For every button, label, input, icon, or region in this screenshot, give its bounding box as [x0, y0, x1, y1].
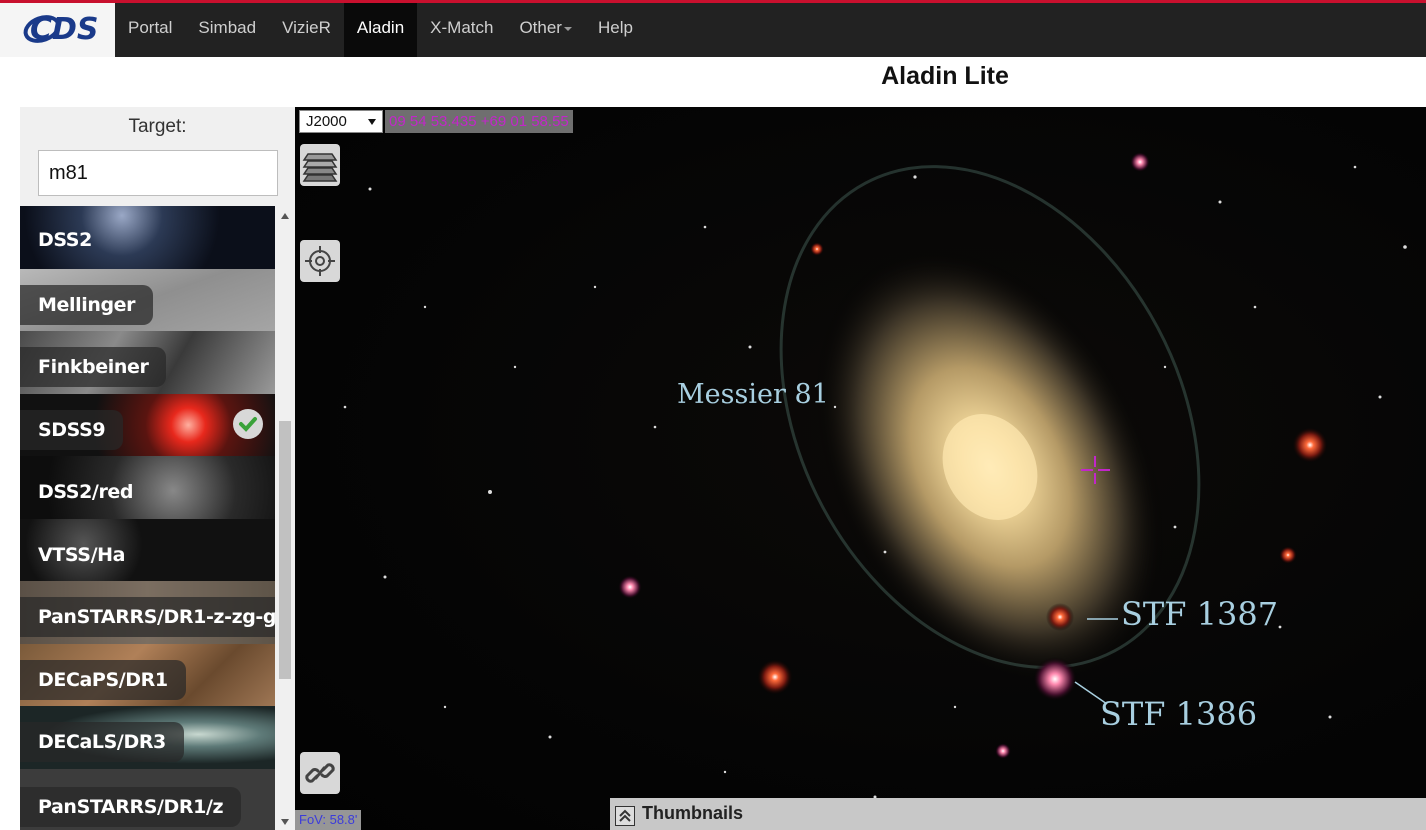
survey-item-dss2[interactable]: DSS2	[20, 206, 275, 269]
survey-item-mellinger[interactable]: Mellinger	[20, 268, 275, 331]
survey-label: PanSTARRS/DR1-z-zg-g	[20, 597, 275, 637]
thumbnails-bar[interactable]: Thumbnails	[610, 798, 1426, 830]
cds-logo[interactable]: CDS	[0, 3, 115, 57]
survey-item-panstarrs-dr1-z[interactable]: PanSTARRS/DR1/z	[20, 768, 275, 830]
survey-item-decals-dr3[interactable]: DECaLS/DR3	[20, 706, 275, 769]
nav-aladin[interactable]: Aladin	[343, 3, 418, 57]
chevron-down-icon	[368, 119, 376, 125]
nav-simbad[interactable]: Simbad	[185, 3, 269, 57]
survey-label: Finkbeiner	[20, 347, 167, 387]
annotation-stf-1387: STF 1387	[1121, 595, 1279, 633]
goto-button[interactable]	[300, 240, 340, 282]
survey-label: DECaPS/DR1	[20, 659, 186, 700]
scroll-down-arrow-icon[interactable]	[281, 819, 289, 825]
survey-label: PanSTARRS/DR1/z	[20, 786, 242, 827]
survey-list: DSS2 Mellinger Finkbeiner SDSS9 DSS2/red…	[20, 206, 275, 830]
nav-vizier[interactable]: VizieR	[269, 3, 344, 57]
coordinate-readout: 09 54 53.435 +69 01 58.55	[385, 110, 573, 133]
survey-item-decaps-dr1[interactable]: DECaPS/DR1	[20, 643, 275, 706]
survey-label: DSS2/red	[38, 481, 134, 503]
logo-text: CDS	[30, 12, 99, 47]
target-label: Target:	[128, 116, 187, 137]
survey-panel: Target: DSS2 Mellinger Finkbeiner SDSS9 …	[20, 107, 295, 830]
page-title: Aladin Lite	[881, 62, 1009, 90]
nav-portal[interactable]: Portal	[115, 3, 185, 57]
survey-label: DSS2	[38, 229, 92, 251]
survey-label: VTSS/Ha	[38, 543, 126, 566]
survey-item-dss2-red[interactable]: DSS2/red	[20, 456, 275, 519]
annotation-messier-81: Messier 81	[677, 379, 829, 410]
survey-label: Mellinger	[20, 284, 154, 325]
top-navbar: CDS Portal Simbad VizieR Aladin X-Match …	[0, 0, 1426, 57]
survey-item-panstarrs-dr1-zzgg[interactable]: PanSTARRS/DR1-z-zg-g	[20, 581, 275, 644]
check-icon	[233, 408, 263, 439]
layers-button[interactable]	[300, 144, 340, 186]
survey-item-finkbeiner[interactable]: Finkbeiner	[20, 331, 275, 394]
annotation-stf-1386: STF 1386	[1100, 695, 1258, 733]
share-link-button[interactable]	[300, 752, 340, 794]
field-of-view-readout: FoV: 58.8'	[295, 810, 362, 830]
sky-view[interactable]: Messier 81 STF 1387 STF 1386 J2000 09 54…	[295, 107, 1426, 830]
nav-xmatch[interactable]: X-Match	[417, 3, 506, 57]
link-icon	[305, 763, 335, 783]
nav-help[interactable]: Help	[585, 3, 646, 57]
scroll-thumb[interactable]	[279, 421, 291, 679]
survey-item-vtss-ha[interactable]: VTSS/Ha	[20, 518, 275, 581]
survey-item-sdss9[interactable]: SDSS9	[20, 393, 275, 456]
chevron-down-icon	[563, 26, 572, 31]
target-input[interactable]	[38, 150, 278, 196]
chevron-up-icon	[615, 806, 635, 826]
nav-other-label: Other	[519, 18, 562, 37]
target-crosshair-icon	[305, 246, 335, 276]
nav-menu: Portal Simbad VizieR Aladin X-Match Othe…	[115, 3, 646, 57]
thumbnails-label: Thumbnails	[642, 803, 744, 823]
scroll-up-arrow-icon[interactable]	[281, 213, 289, 219]
survey-label: DECaLS/DR3	[20, 722, 184, 762]
nav-other[interactable]: Other	[506, 3, 585, 57]
frame-select-value: J2000	[306, 113, 347, 130]
survey-label: SDSS9	[20, 409, 124, 450]
coordinate-frame-select[interactable]: J2000	[299, 110, 383, 133]
cds-logo-icon: CDS	[23, 12, 99, 47]
survey-list-scrollbar[interactable]	[275, 206, 295, 830]
layers-icon	[302, 153, 338, 182]
